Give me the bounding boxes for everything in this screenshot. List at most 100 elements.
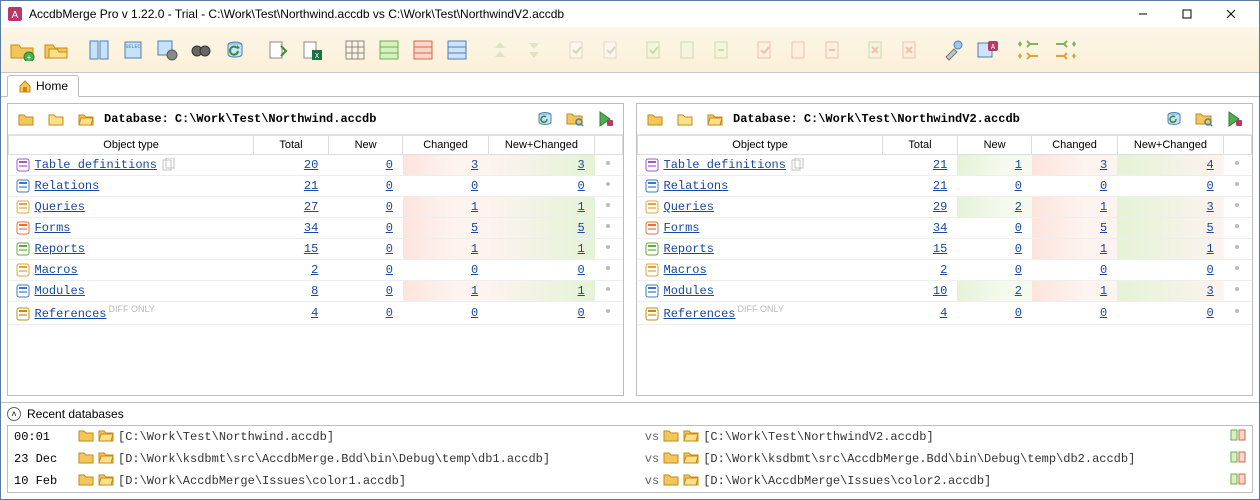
grid-red-button[interactable] [408,35,438,65]
newchanged-link[interactable]: 3 [1207,200,1214,214]
object-type-link[interactable]: References [35,307,107,321]
row-menu-icon[interactable] [603,306,613,320]
object-type-link[interactable]: Table definitions [35,158,157,172]
right-th-changed[interactable]: Changed [1032,136,1117,155]
table-row[interactable]: Reports15011 [638,239,1252,260]
right-th-total[interactable]: Total [883,136,958,155]
newchanged-link[interactable]: 1 [578,284,585,298]
newchanged-link[interactable]: 1 [578,200,585,214]
new-link[interactable]: 0 [1015,221,1022,235]
left-db-icon[interactable] [14,108,38,130]
recent-row[interactable]: 00:01 [C:\Work\Test\Northwind.accdb] vs … [8,426,1252,448]
object-type-link[interactable]: Relations [35,179,100,193]
binoculars-button[interactable] [186,35,216,65]
total-link[interactable]: 2 [940,263,947,277]
grid-blue-button[interactable] [442,35,472,65]
object-type-link[interactable]: Reports [35,242,85,256]
new-link[interactable]: 0 [1015,306,1022,320]
changed-link[interactable]: 0 [471,179,478,193]
total-link[interactable]: 15 [304,242,318,256]
total-link[interactable]: 8 [311,284,318,298]
new-link[interactable]: 0 [386,263,393,277]
right-browse-icon[interactable] [673,108,697,130]
left-play-button[interactable] [593,108,617,130]
new-link[interactable]: 0 [386,158,393,172]
right-play-button[interactable] [1222,108,1246,130]
newchanged-link[interactable]: 0 [1207,263,1214,277]
object-type-link[interactable]: Modules [664,284,714,298]
sheet-red-2-button[interactable] [784,35,814,65]
open-pair-button[interactable] [41,35,71,65]
table-row[interactable]: Queries27011 [9,197,623,218]
right-refresh-button[interactable] [1162,108,1186,130]
folder-icon[interactable] [78,450,94,468]
total-link[interactable]: 2 [311,263,318,277]
right-open-icon[interactable] [703,108,727,130]
grid-plain-button[interactable] [340,35,370,65]
row-menu-icon[interactable] [603,179,613,193]
nav-down-button[interactable] [519,35,549,65]
new-link[interactable]: 0 [386,242,393,256]
newchanged-link[interactable]: 1 [1207,242,1214,256]
total-link[interactable]: 34 [304,221,318,235]
new-link[interactable]: 0 [386,200,393,214]
newchanged-link[interactable]: 3 [578,158,585,172]
total-link[interactable]: 4 [940,306,947,320]
table-row[interactable]: ReferencesDIFF ONLY4000 [9,302,623,325]
total-link[interactable]: 29 [933,200,947,214]
total-link[interactable]: 21 [304,179,318,193]
changed-link[interactable]: 3 [471,158,478,172]
new-link[interactable]: 0 [386,306,393,320]
right-th-new[interactable]: New [957,136,1032,155]
maximize-button[interactable] [1165,1,1209,27]
folder-icon[interactable] [78,472,94,490]
sheet-red-x-button[interactable] [895,35,925,65]
new-link[interactable]: 2 [1015,284,1022,298]
row-menu-icon[interactable] [1232,179,1242,193]
total-link[interactable]: 20 [304,158,318,172]
minimize-button[interactable] [1121,1,1165,27]
row-menu-icon[interactable] [1232,306,1242,320]
new-link[interactable]: 0 [386,284,393,298]
changed-link[interactable]: 5 [1100,221,1107,235]
tab-home[interactable]: Home [7,75,79,97]
total-link[interactable]: 15 [933,242,947,256]
newchanged-link[interactable]: 3 [1207,284,1214,298]
object-type-link[interactable]: Forms [664,221,700,235]
access-grid-button[interactable]: A [972,35,1002,65]
object-type-link[interactable]: Forms [35,221,71,235]
object-type-link[interactable]: Reports [664,242,714,256]
changed-link[interactable]: 1 [1100,242,1107,256]
folder-open-icon[interactable] [683,450,699,468]
row-menu-icon[interactable] [603,263,613,277]
sheet-green-2-button[interactable] [673,35,703,65]
row-menu-icon[interactable] [603,284,613,298]
left-th-changed[interactable]: Changed [403,136,488,155]
changed-link[interactable]: 1 [1100,284,1107,298]
object-type-link[interactable]: Relations [664,179,729,193]
newchanged-link[interactable]: 4 [1207,158,1214,172]
export-button[interactable] [263,35,293,65]
changed-link[interactable]: 0 [1100,306,1107,320]
newchanged-link[interactable]: 0 [578,263,585,277]
row-menu-icon[interactable] [1232,200,1242,214]
table-row[interactable]: Modules10213 [638,281,1252,302]
sheet-green-1-button[interactable] [639,35,669,65]
row-menu-icon[interactable] [603,242,613,256]
right-th-nc[interactable]: New+Changed [1117,136,1224,155]
row-menu-icon[interactable] [1232,263,1242,277]
table-row[interactable]: Modules 8 0 1 1 [9,281,623,302]
object-type-link[interactable]: Modules [35,284,85,298]
object-type-link[interactable]: Table definitions [664,158,786,172]
new-link[interactable]: 0 [386,221,393,235]
table-row[interactable]: Table definitions 20 0 3 3 [9,155,623,176]
newchanged-link[interactable]: 5 [1207,221,1214,235]
recent-header[interactable]: ˄ Recent databases [1,403,1259,425]
changed-link[interactable]: 1 [471,284,478,298]
sheet-red-3-button[interactable] [818,35,848,65]
sheet-check-2-button[interactable] [596,35,626,65]
table-row[interactable]: Macros2000 [9,260,623,281]
row-menu-icon[interactable] [603,158,613,172]
compare-icon[interactable] [1230,428,1246,446]
object-type-link[interactable]: Queries [35,200,85,214]
